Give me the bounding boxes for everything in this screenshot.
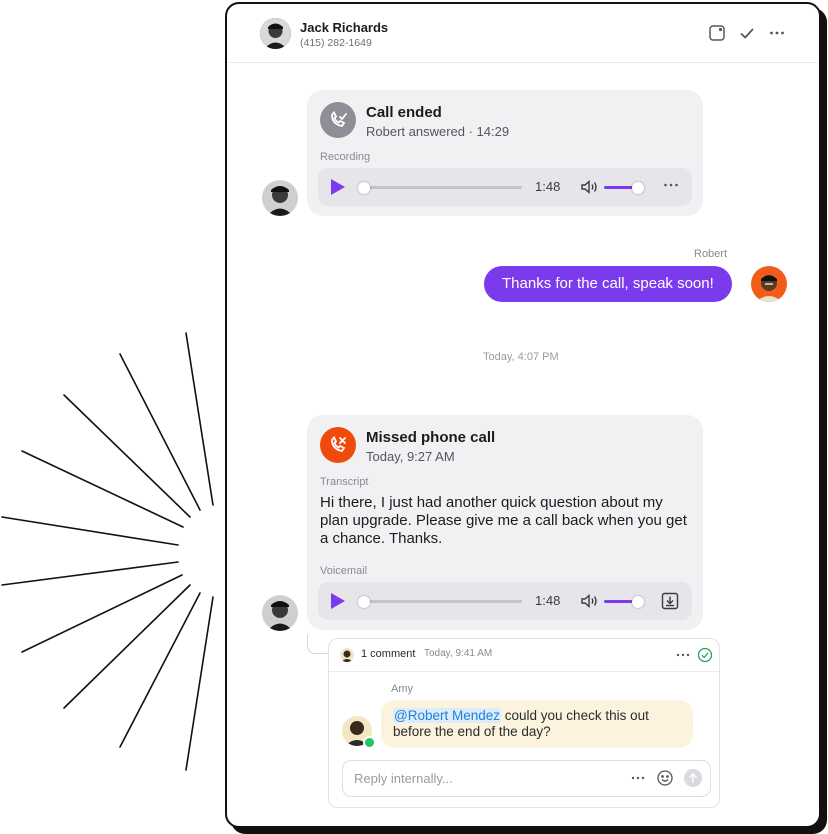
conversation-header: Jack Richards (415) 282-1649 (227, 4, 819, 63)
date-divider: Today, 4:07 PM (483, 351, 559, 363)
play-icon[interactable] (331, 593, 345, 609)
user-mention[interactable]: @Robert Mendez (393, 708, 502, 723)
agent-avatar (751, 266, 787, 302)
call-ended-icon (320, 102, 356, 138)
voicemail-seek-knob[interactable] (358, 596, 370, 608)
missed-call-subtitle: Today, 9:27 AM (366, 449, 455, 464)
thread-more-icon[interactable] (675, 647, 691, 663)
thread-connector (307, 634, 328, 654)
recording-volume-knob[interactable] (632, 182, 644, 194)
recording-seek-knob[interactable] (358, 182, 370, 194)
comment-bubble: @Robert Mendez could you check this out … (381, 700, 693, 748)
transcript-text: Hi there, I just had another quick quest… (320, 494, 687, 547)
send-icon[interactable] (684, 769, 702, 787)
recording-label: Recording (320, 151, 371, 163)
comment-author-avatar-mini (340, 648, 354, 662)
comment-thread: 1 comment Today, 9:41 AM Amy @Robert Men… (328, 638, 720, 808)
reply-more-icon[interactable] (630, 770, 646, 786)
recording-seek-bar[interactable] (358, 186, 522, 189)
voicemail-player: 1:48 (318, 582, 692, 620)
comment-author: Amy (391, 683, 413, 695)
recording-more-icon[interactable] (663, 177, 679, 196)
call-ended-title: Call ended (366, 104, 442, 121)
download-icon[interactable] (661, 592, 679, 610)
play-icon[interactable] (331, 179, 345, 195)
voicemail-label: Voicemail (320, 565, 368, 577)
recording-player: 1:48 (318, 168, 692, 206)
voicemail-volume-knob[interactable] (632, 596, 644, 608)
comment-thread-time: Today, 9:41 AM (424, 648, 493, 659)
voicemail-duration: 1:48 (535, 593, 561, 608)
volume-icon[interactable] (580, 592, 600, 610)
contact-avatar[interactable] (260, 18, 291, 49)
contact-name: Jack Richards (300, 20, 389, 35)
comment-count: 1 comment (361, 648, 416, 660)
reply-box[interactable]: Reply internally... (342, 760, 711, 797)
missed-call-icon (320, 427, 356, 463)
check-icon[interactable] (738, 24, 756, 42)
reply-input[interactable]: Reply internally... (354, 771, 453, 786)
more-icon[interactable] (768, 24, 786, 42)
recording-duration: 1:48 (535, 179, 561, 194)
missed-call-card: Missed phone call Today, 9:27 AM Transcr… (307, 415, 703, 630)
burst-decoration (1, 332, 214, 771)
resolve-check-icon[interactable] (697, 647, 713, 663)
voicemail-seek-bar[interactable] (358, 600, 522, 603)
call-ended-subtitle: Robert answered · 14:29 (366, 124, 510, 139)
outgoing-sender: Robert (694, 248, 728, 260)
missed-call-title: Missed phone call (366, 429, 496, 446)
transcript-label: Transcript (320, 476, 369, 488)
contact-avatar-small (262, 180, 298, 216)
contact-phone: (415) 282-1649 (300, 37, 372, 49)
call-ended-card: Call ended Robert answered · 14:29 Recor… (307, 90, 703, 216)
contact-avatar-small (262, 595, 298, 631)
note-icon[interactable] (708, 24, 726, 42)
outgoing-message[interactable]: Thanks for the call, speak soon! (484, 266, 732, 302)
thread-divider (329, 671, 719, 672)
volume-icon[interactable] (580, 178, 600, 196)
online-status-dot (363, 736, 376, 749)
emoji-icon[interactable] (656, 769, 674, 787)
conversation-window: Jack Richards (415) 282-1649 Call ended … (225, 2, 821, 828)
